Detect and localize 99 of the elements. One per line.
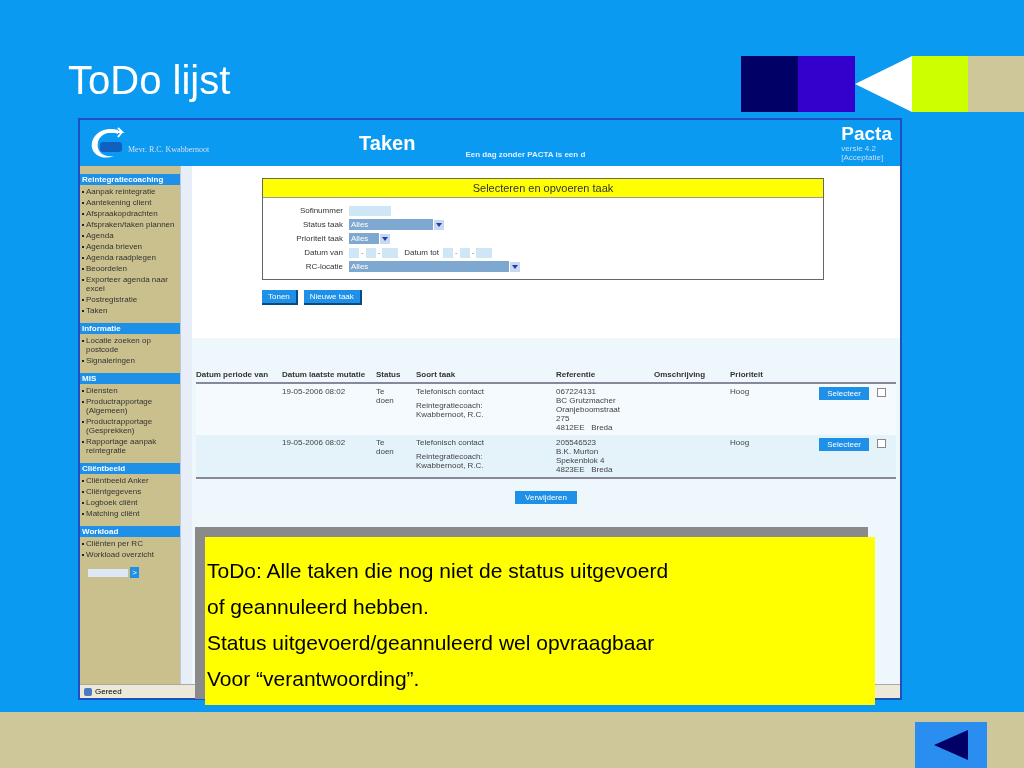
sidebar-link[interactable]: Agenda brieven xyxy=(86,242,143,251)
decor-square xyxy=(798,56,855,112)
table-cell-text: 275 xyxy=(556,414,571,423)
sidebar-link[interactable]: Cliënten per RC xyxy=(86,539,143,548)
status-text: Gereed xyxy=(95,687,122,696)
sidebar-link[interactable]: Signaleringen xyxy=(86,356,135,365)
sidebar-link[interactable]: Matching cliënt xyxy=(86,509,140,518)
date-separator: - xyxy=(470,248,476,257)
column-header: Status xyxy=(376,370,402,379)
input-field[interactable] xyxy=(349,205,391,216)
sidebar-link[interactable]: Cliëntbeeld Anker xyxy=(86,476,149,485)
table-cell-text: 4823EE Breda xyxy=(556,465,614,474)
table-cell-text: 19-05-2006 08:02 xyxy=(282,387,347,398)
slide-title: ToDo lijst xyxy=(68,57,231,104)
sidebar-link[interactable]: Exporteer agenda naar excel xyxy=(86,275,180,293)
sidebar-link[interactable]: Agenda xyxy=(86,231,114,240)
left-triangle-icon xyxy=(934,730,968,760)
table-cell-text: B.K. Murton xyxy=(556,447,600,456)
section-heading: Cliëntbeeld xyxy=(80,463,180,474)
dropdown-arrow-icon[interactable] xyxy=(510,261,520,272)
sidebar-link[interactable]: Workload overzicht xyxy=(86,550,154,559)
sidebar-link[interactable]: Taken xyxy=(86,306,108,315)
date-field[interactable] xyxy=(382,247,399,258)
sidebar-link[interactable]: Beoordelen xyxy=(86,264,127,273)
table-cell-text: Te doen xyxy=(376,387,395,407)
triangle-icon xyxy=(855,56,912,112)
page-title: Taken xyxy=(359,132,416,154)
table-cell-text: Spekenblok 4 xyxy=(556,456,606,465)
section-heading: Informatie xyxy=(80,323,180,334)
table-cell-text: 4812EE Breda xyxy=(556,423,614,432)
field-label: Datum van xyxy=(303,248,343,257)
section-heading: MIS xyxy=(80,373,180,384)
user-name: Mevr. R.C. Kwabbernoot xyxy=(128,144,210,154)
sidebar-link[interactable]: Productrapportage (Gesprekken) xyxy=(86,417,180,435)
input-field[interactable] xyxy=(88,568,128,577)
sidebar-link[interactable]: Diensten xyxy=(86,386,118,395)
table-cell-text: Telefonisch contact xyxy=(416,438,486,447)
checkbox[interactable] xyxy=(877,439,886,448)
sidebar-link[interactable]: Aanpak reintegratie xyxy=(86,187,156,196)
column-header: Datum periode van xyxy=(196,370,269,379)
date-field[interactable] xyxy=(476,247,493,258)
sidebar-link[interactable]: Cliëntgegevens xyxy=(86,487,142,496)
decor-square xyxy=(968,56,1024,112)
column-header: Prioriteit xyxy=(730,370,764,379)
sidebar-link[interactable]: Afspraakopdrachten xyxy=(86,209,158,218)
table-cell-text: Reintegratiecoach: Kwabbernoot, R.C. xyxy=(416,401,485,419)
checkbox[interactable] xyxy=(877,388,886,397)
decor-square xyxy=(741,56,798,112)
field-label: Datum tot xyxy=(404,248,440,257)
note-text: of geannuleerd hebben. xyxy=(207,594,430,620)
table-cell-text: Hoog xyxy=(730,387,751,398)
back-button[interactable] xyxy=(915,722,987,768)
table-cell-text: Telefonisch contact xyxy=(416,387,486,396)
decor-square xyxy=(912,56,968,112)
table-cell-text: 19-05-2006 08:02 xyxy=(282,438,347,449)
field-label: Prioriteit taak xyxy=(295,234,343,243)
field-label: Status taak xyxy=(301,220,343,229)
environment-text: [Acceptatie] xyxy=(841,153,885,162)
table-cell-text: 067224131 xyxy=(556,387,598,396)
sidebar-link[interactable]: Postregistratie xyxy=(86,295,138,304)
sidebar-link[interactable]: Agenda raadplegen xyxy=(86,253,156,262)
version-text: versie 4.2 xyxy=(841,144,877,153)
sidebar-link[interactable]: Aantekening client xyxy=(86,198,152,207)
table-cell-text: Hoog xyxy=(730,438,751,449)
sidebar-link[interactable]: Productrapportage (Algemeen) xyxy=(86,397,180,415)
section-heading: Workload xyxy=(80,526,180,537)
date-field[interactable] xyxy=(459,247,470,258)
scrollbar[interactable] xyxy=(180,166,192,684)
sidebar-link[interactable]: Locatie zoeken op postcode xyxy=(86,336,180,354)
table-cell-text: Te doen xyxy=(376,438,395,458)
dropdown-arrow-icon[interactable] xyxy=(380,233,390,244)
table-cell-text: 205546523 xyxy=(556,438,598,447)
field-label: RC-locatie xyxy=(304,262,343,271)
field-label: Sofinummer xyxy=(298,206,343,215)
table-cell-text: BC Grutzmacher xyxy=(556,396,617,405)
form-title: Selecteren en opvoeren taak xyxy=(263,179,823,198)
table-cell-text: Oranjeboomstraat xyxy=(556,405,622,414)
sidebar-link[interactable]: Logboek cliënt xyxy=(86,498,138,507)
note-text: ToDo: Alle taken die nog niet de status uitgevoerd xyxy=(207,558,670,584)
sidebar-link[interactable]: Afspraken/taken plannen xyxy=(86,220,175,229)
date-separator: - xyxy=(454,248,459,257)
column-header: Soort taak xyxy=(416,370,457,379)
dropdown-arrow-icon[interactable] xyxy=(434,219,444,230)
date-separator: - xyxy=(360,248,365,257)
date-field[interactable] xyxy=(443,247,454,258)
date-field[interactable] xyxy=(365,247,376,258)
column-header: Datum laatste mutatie xyxy=(282,370,367,379)
page-icon xyxy=(84,687,92,696)
date-separator: - xyxy=(376,248,382,257)
table-cell-text: Reintegratiecoach: Kwabbernoot, R.C. xyxy=(416,452,485,470)
sidebar-link[interactable]: Rapportage aanpak reintegratie xyxy=(86,437,180,455)
slogan: Een dag zonder PACTA is een d xyxy=(465,149,586,159)
note-text: Voor “verantwoording”. xyxy=(207,666,421,692)
column-header: Omschrijving xyxy=(654,370,707,379)
column-header: Referentie xyxy=(556,370,597,379)
date-field[interactable] xyxy=(349,247,359,258)
brand-name: Pacta xyxy=(841,124,892,144)
note-text: Status uitgevoerd/geannuleerd wel opvraagbaar xyxy=(207,630,656,656)
section-heading: Reintegratiecoaching xyxy=(80,174,180,185)
